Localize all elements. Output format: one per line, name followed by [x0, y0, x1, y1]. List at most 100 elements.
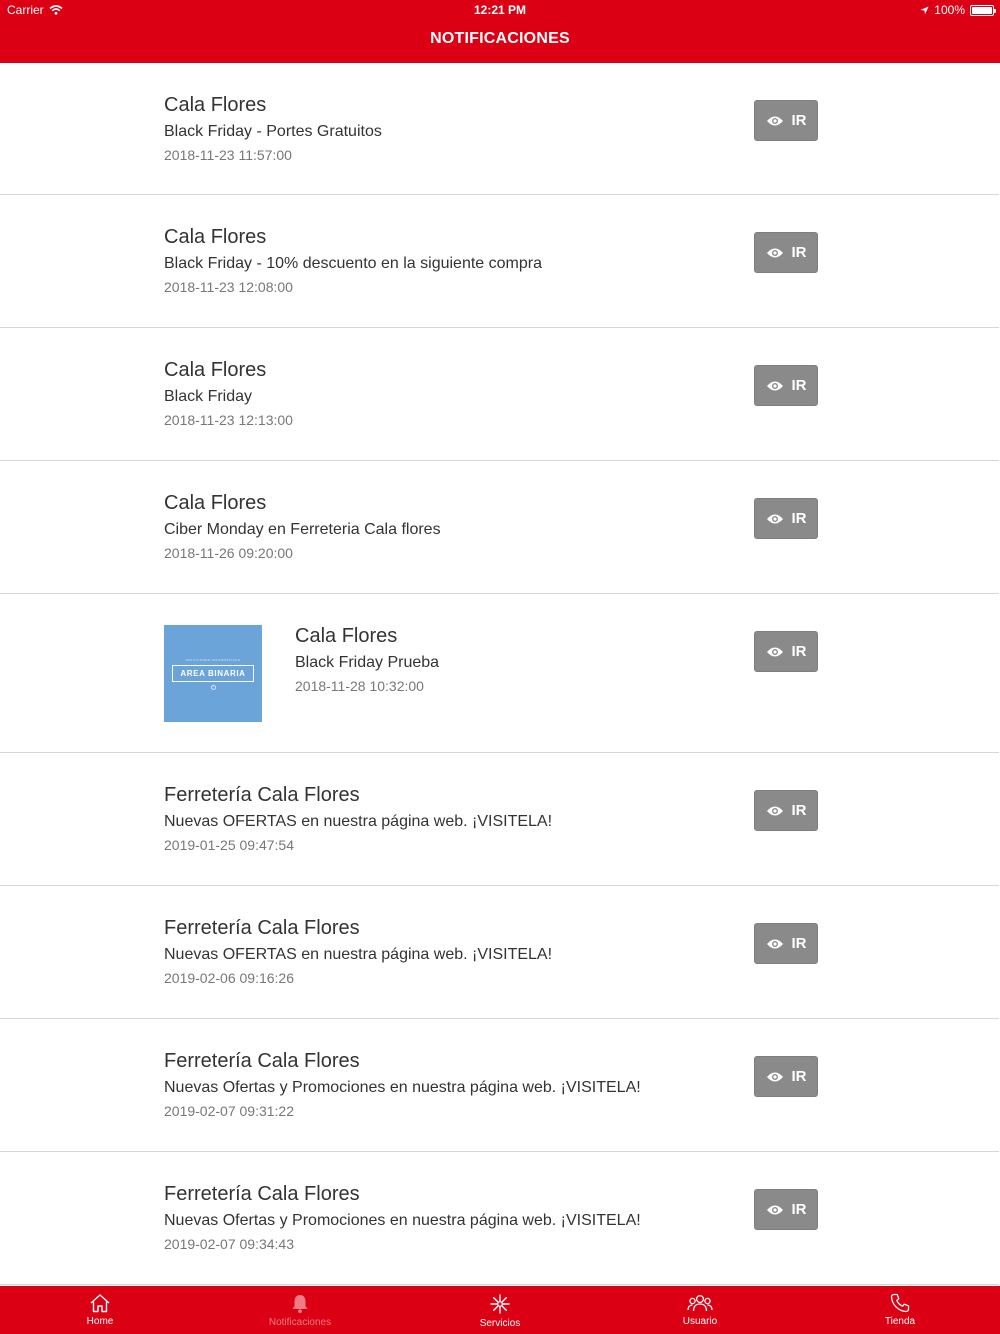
notification-message: Ciber Monday en Ferreteria Cala flores	[164, 521, 441, 538]
notification-date: 2019-02-06 09:16:26	[164, 970, 294, 986]
logo-mark	[210, 684, 216, 690]
notification-sender: Ferretería Cala Flores	[164, 1050, 360, 1072]
notification-texts: Cala Flores Black Friday - Portes Gratui…	[164, 93, 382, 164]
notification-date: 2018-11-23 11:57:00	[164, 147, 292, 163]
eye-icon	[766, 1205, 783, 1214]
notification-image: SOLUCIONES INFORMÁTICAS AREA BINARIA	[164, 625, 262, 722]
notification-date: 2018-11-26 09:20:00	[164, 545, 293, 561]
tab-usuario[interactable]: Usuario	[600, 1286, 800, 1334]
tab-tienda[interactable]: Tienda	[800, 1286, 1000, 1334]
status-right: 100%	[920, 3, 996, 17]
ir-button-label: IR	[791, 802, 807, 819]
notification-date: 2019-02-07 09:31:22	[164, 1103, 294, 1119]
notification-date: 2019-02-07 09:34:43	[164, 1236, 294, 1252]
ir-button[interactable]: IR	[754, 1189, 818, 1230]
tab-home[interactable]: Home	[0, 1286, 200, 1334]
notification-texts: Ferretería Cala Flores Nuevas OFERTAS en…	[164, 916, 552, 987]
notification-message: Black Friday	[164, 388, 253, 405]
notification-message: Nuevas OFERTAS en nuestra página web. ¡V…	[164, 813, 553, 830]
asterisk-icon	[490, 1294, 510, 1314]
ir-button[interactable]: IR	[754, 498, 818, 539]
notification-item[interactable]: Cala Flores Black Friday 2018-11-23 12:1…	[0, 328, 999, 461]
tab-notificaciones-label: Notificaciones	[268, 1317, 332, 1328]
notification-item[interactable]: SOLUCIONES INFORMÁTICAS AREA BINARIA Cal…	[0, 594, 999, 753]
notification-texts: Ferretería Cala Flores Nuevas Ofertas y …	[164, 1049, 641, 1120]
eye-icon	[766, 939, 783, 948]
ir-button-label: IR	[791, 935, 807, 952]
notification-sender: Cala Flores	[164, 359, 267, 381]
tab-servicios[interactable]: Servicios	[400, 1286, 600, 1334]
notification-sender: Cala Flores	[295, 625, 398, 647]
image-caption: SOLUCIONES INFORMÁTICAS	[185, 657, 241, 662]
notification-item[interactable]: Ferretería Cala Flores Nuevas Ofertas y …	[0, 1152, 999, 1285]
notification-date: 2018-11-28 10:32:00	[295, 678, 424, 694]
tab-notificaciones[interactable]: Notificaciones	[200, 1286, 400, 1334]
notification-texts: Ferretería Cala Flores Nuevas Ofertas y …	[164, 1182, 641, 1253]
eye-icon	[766, 647, 783, 656]
ir-button-label: IR	[791, 112, 807, 129]
notification-message: Nuevas OFERTAS en nuestra página web. ¡V…	[164, 946, 553, 963]
notification-message: Nuevas Ofertas y Promociones en nuestra …	[164, 1079, 641, 1096]
status-bar: Carrier 12:21 PM 100%	[0, 0, 1000, 22]
top-bar: Carrier 12:21 PM 100% NOTIFICACIONES	[0, 0, 1000, 63]
area-binaria-logo: AREA BINARIA	[172, 664, 254, 682]
eye-icon	[766, 248, 783, 257]
notification-item[interactable]: Cala Flores Ciber Monday en Ferreteria C…	[0, 461, 999, 594]
bell-icon	[292, 1295, 308, 1314]
page-title: NOTIFICACIONES	[430, 30, 570, 47]
notification-date: 2018-11-23 12:13:00	[164, 412, 293, 428]
home-icon	[90, 1294, 110, 1313]
notification-texts: Cala Flores Black Friday Prueba 2018-11-…	[295, 624, 439, 695]
ir-button-label: IR	[791, 377, 807, 394]
ir-button[interactable]: IR	[754, 365, 818, 406]
tab-bar: Home Notificaciones Servicios Usuario Ti…	[0, 1286, 1000, 1334]
ir-button[interactable]: IR	[754, 1056, 818, 1097]
ir-button-label: IR	[791, 244, 807, 261]
notification-item[interactable]: Ferretería Cala Flores Nuevas OFERTAS en…	[0, 886, 999, 1019]
battery-icon	[970, 4, 996, 16]
notification-sender: Ferretería Cala Flores	[164, 917, 360, 939]
notification-message: Black Friday - Portes Gratuitos	[164, 123, 382, 140]
notification-item[interactable]: Ferretería Cala Flores Nuevas Ofertas y …	[0, 1019, 999, 1152]
notification-texts: Cala Flores Black Friday 2018-11-23 12:1…	[164, 358, 293, 429]
notification-sender: Ferretería Cala Flores	[164, 784, 360, 806]
notification-sender: Cala Flores	[164, 226, 267, 248]
ir-button[interactable]: IR	[754, 232, 818, 273]
ir-button-label: IR	[791, 1068, 807, 1085]
ir-button[interactable]: IR	[754, 100, 818, 141]
ir-button-label: IR	[791, 1201, 807, 1218]
notification-item[interactable]: Cala Flores Black Friday - Portes Gratui…	[0, 63, 999, 195]
notification-date: 2018-11-23 12:08:00	[164, 279, 293, 295]
users-icon	[687, 1294, 713, 1312]
tab-tienda-label: Tienda	[884, 1316, 916, 1327]
tab-home-label: Home	[86, 1316, 114, 1327]
notification-texts: Cala Flores Black Friday - 10% descuento…	[164, 225, 542, 296]
notification-sender: Cala Flores	[164, 94, 267, 116]
phone-icon	[890, 1293, 910, 1313]
notification-item[interactable]: Ferretería Cala Flores Nuevas OFERTAS en…	[0, 753, 999, 886]
ir-button[interactable]: IR	[754, 631, 818, 672]
clock: 12:21 PM	[473, 3, 527, 17]
notification-message: Nuevas Ofertas y Promociones en nuestra …	[164, 1212, 641, 1229]
eye-icon	[766, 381, 783, 390]
ir-button[interactable]: IR	[754, 790, 818, 831]
notification-item[interactable]: Cala Flores Black Friday - 10% descuento…	[0, 195, 999, 328]
ir-button[interactable]: IR	[754, 923, 818, 964]
notification-sender: Cala Flores	[164, 492, 267, 514]
ir-button-label: IR	[791, 510, 807, 527]
notification-sender: Ferretería Cala Flores	[164, 1183, 360, 1205]
notification-texts: Ferretería Cala Flores Nuevas OFERTAS en…	[164, 783, 552, 854]
notification-message: Black Friday - 10% descuento en la sigui…	[164, 255, 542, 272]
location-arrow-icon	[920, 5, 929, 15]
notification-texts: Cala Flores Ciber Monday en Ferreteria C…	[164, 491, 441, 562]
eye-icon	[766, 116, 783, 125]
eye-icon	[766, 514, 783, 523]
tab-usuario-label: Usuario	[682, 1316, 718, 1327]
notification-date: 2019-01-25 09:47:54	[164, 837, 294, 853]
eye-icon	[766, 806, 783, 815]
notification-list: Cala Flores Black Friday - Portes Gratui…	[0, 63, 999, 1285]
notification-message: Black Friday Prueba	[295, 654, 440, 671]
ir-button-label: IR	[791, 643, 807, 660]
battery-percent: 100%	[934, 3, 965, 17]
tab-servicios-label: Servicios	[479, 1318, 521, 1329]
